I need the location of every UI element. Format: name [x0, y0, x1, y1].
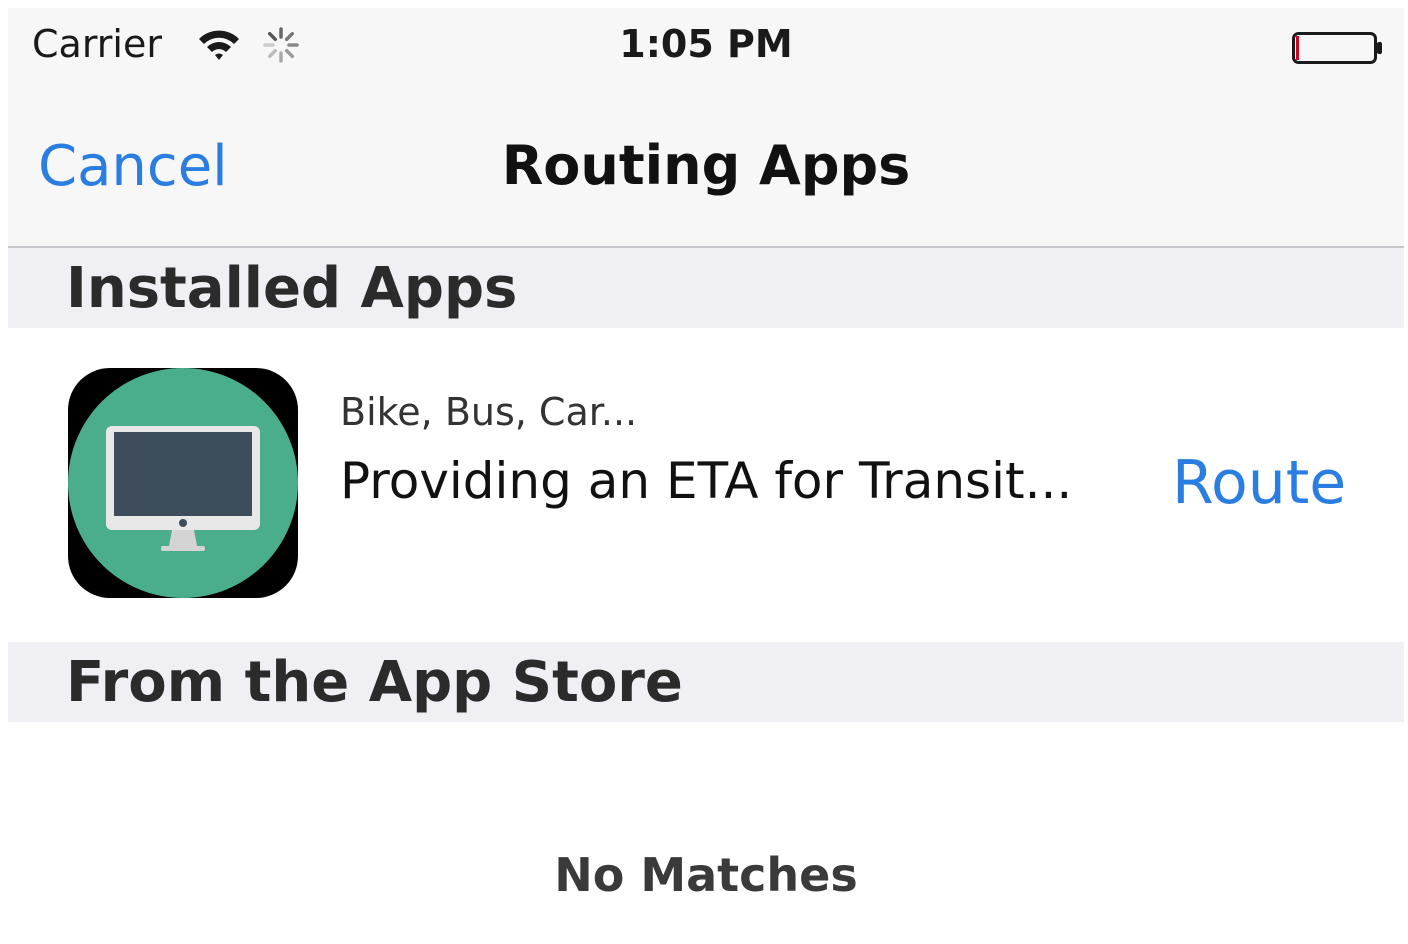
section-header-label: Installed Apps [66, 256, 518, 321]
installed-app-row[interactable]: Bike, Bus, Car... Providing an ETA for T… [8, 328, 1404, 642]
app-title: Providing an ETA for Transit... [340, 452, 1073, 510]
installed-apps-section-header: Installed Apps [8, 248, 1404, 328]
routing-apps-screen: Carrier 1:05 PM Cancel Routing Apps Inst… [8, 8, 1404, 944]
status-time: 1:05 PM [619, 22, 793, 66]
app-store-section-header: From the App Store [8, 642, 1404, 722]
status-bar: Carrier 1:05 PM [8, 8, 1404, 88]
app-subtitle: Bike, Bus, Car... [340, 390, 638, 434]
page-title: Routing Apps [501, 134, 911, 197]
battery-icon [1292, 32, 1382, 64]
route-button[interactable]: Route [1172, 448, 1346, 518]
no-matches-message: No Matches [554, 848, 858, 902]
section-header-label: From the App Store [66, 650, 683, 715]
navigation-bar: Cancel Routing Apps [8, 88, 1404, 248]
imac-app-icon [68, 368, 298, 598]
